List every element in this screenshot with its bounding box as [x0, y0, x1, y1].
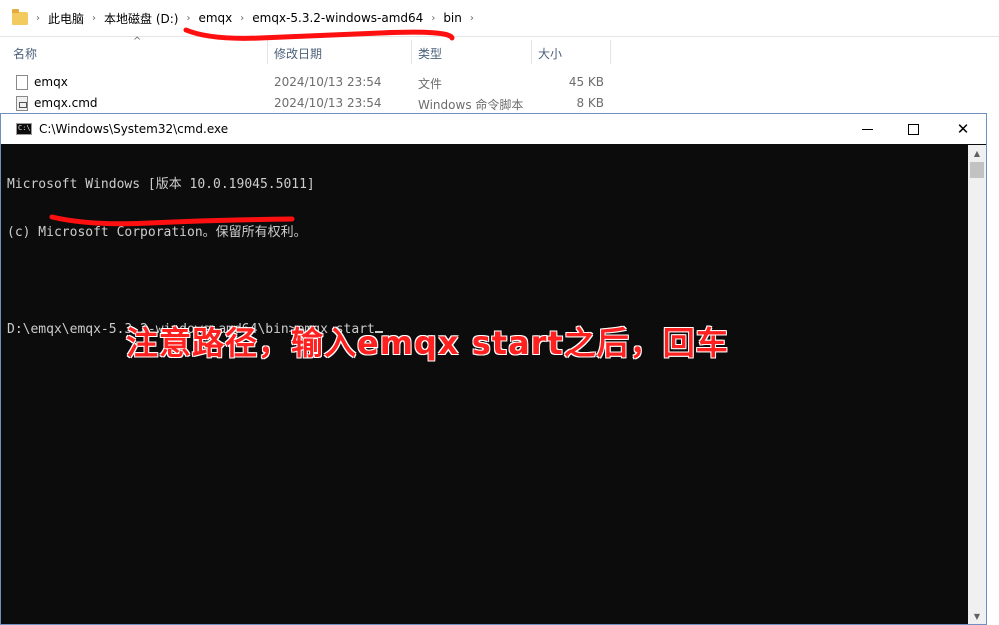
- file-name: emqx.cmd: [34, 96, 98, 110]
- minimize-button[interactable]: [844, 114, 890, 144]
- scroll-thumb[interactable]: [970, 162, 984, 178]
- vertical-scrollbar[interactable]: ▲ ▼: [968, 145, 986, 624]
- cmd-file-icon: [16, 96, 28, 111]
- console-line: (c) Microsoft Corporation。保留所有权利。: [7, 225, 307, 240]
- file-icon: [16, 75, 28, 90]
- column-size[interactable]: 大小: [538, 45, 562, 62]
- column-name[interactable]: 名称: [13, 45, 37, 62]
- annotation-text: 注意路径，输入emqx start之后，回车: [126, 324, 729, 362]
- chevron-right-icon: ›: [186, 12, 191, 24]
- file-size: 8 KB: [576, 96, 604, 110]
- scroll-down-arrow-icon[interactable]: ▼: [968, 608, 986, 624]
- close-button[interactable]: ✕: [940, 114, 986, 144]
- column-type[interactable]: 类型: [418, 45, 442, 62]
- file-row[interactable]: emqx.cmd 2024/10/13 23:54 Windows 命令脚本 8…: [0, 94, 999, 114]
- cmd-window[interactable]: C:\ C:\Windows\System32\cmd.exe ✕ Micros…: [0, 113, 987, 625]
- cmd-title: C:\Windows\System32\cmd.exe: [39, 122, 229, 136]
- chevron-right-icon: ›: [240, 12, 245, 24]
- column-divider[interactable]: [610, 40, 611, 64]
- chevron-right-icon[interactable]: ›: [470, 13, 474, 24]
- breadcrumb-bin[interactable]: bin: [443, 11, 462, 25]
- file-type: 文件: [418, 77, 443, 91]
- cmd-icon[interactable]: C:\: [16, 123, 32, 135]
- explorer-address-bar[interactable]: › 此电脑 › 本地磁盘 (D:) › emqx › emqx-5.3.2-wi…: [0, 0, 999, 37]
- column-divider[interactable]: [267, 40, 268, 64]
- breadcrumb-local-disk[interactable]: 本地磁盘 (D:): [104, 10, 178, 27]
- file-list-header: 名称 修改日期 类型 大小: [0, 40, 999, 64]
- minimize-icon: [861, 128, 873, 130]
- maximize-button[interactable]: [890, 114, 936, 144]
- file-type: Windows 命令脚本: [418, 98, 524, 112]
- folder-icon: [12, 8, 28, 25]
- file-modified: 2024/10/13 23:54: [274, 96, 382, 110]
- column-divider[interactable]: [411, 40, 412, 64]
- cmd-titlebar[interactable]: C:\ C:\Windows\System32\cmd.exe ✕: [1, 114, 986, 144]
- breadcrumb-this-pc[interactable]: 此电脑: [48, 10, 84, 27]
- close-icon: ✕: [956, 120, 970, 138]
- file-size: 45 KB: [568, 75, 604, 89]
- column-divider[interactable]: [531, 40, 532, 64]
- breadcrumb-emqx-version[interactable]: emqx-5.3.2-windows-amd64: [252, 11, 423, 25]
- console-line: Microsoft Windows [版本 10.0.19045.5011]: [7, 177, 315, 192]
- scroll-up-arrow-icon[interactable]: ▲: [968, 145, 986, 161]
- file-modified: 2024/10/13 23:54: [274, 75, 382, 89]
- chevron-right-icon: ›: [36, 12, 40, 24]
- file-name: emqx: [34, 75, 68, 89]
- maximize-icon: [907, 123, 919, 135]
- console-output[interactable]: Microsoft Windows [版本 10.0.19045.5011] (…: [7, 145, 967, 623]
- chevron-right-icon: ›: [431, 12, 436, 24]
- file-row[interactable]: emqx 2024/10/13 23:54 文件 45 KB: [0, 73, 999, 93]
- chevron-right-icon: ›: [92, 12, 97, 24]
- breadcrumb-emqx[interactable]: emqx: [198, 11, 232, 25]
- column-modified[interactable]: 修改日期: [274, 45, 322, 62]
